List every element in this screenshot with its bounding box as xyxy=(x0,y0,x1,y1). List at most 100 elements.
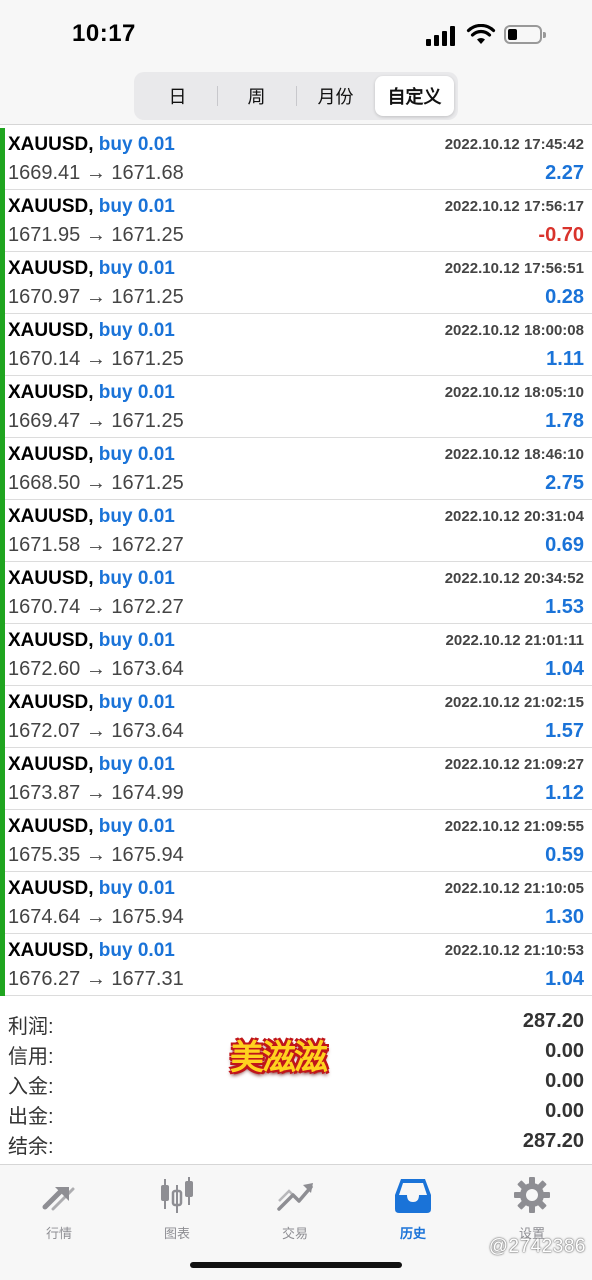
deal-prices: 1672.60 → 1673.64 xyxy=(8,658,184,681)
deal-side-indicator xyxy=(0,934,5,996)
deal-row[interactable]: XAUUSD, buy 0.01 1671.95 → 1671.25 2022.10… xyxy=(0,190,592,252)
deal-side-indicator xyxy=(0,128,5,190)
deal-side-indicator xyxy=(0,810,5,872)
deal-open-price: 1672.07 xyxy=(8,720,81,742)
price-arrow-icon: → xyxy=(85,968,106,990)
deal-side-indicator xyxy=(0,748,5,810)
deal-symbol-line: XAUUSD, buy 0.01 xyxy=(8,754,175,776)
deal-datetime: 2022.10.12 21:02:15 xyxy=(444,694,584,711)
deal-side-volume: buy 0.01 xyxy=(98,382,175,403)
deal-row[interactable]: XAUUSD, buy 0.01 1670.74 → 1672.27 2022.10… xyxy=(0,562,592,624)
deal-symbol: XAUUSD, xyxy=(8,320,94,341)
price-arrow-icon: → xyxy=(85,844,106,866)
segment-option[interactable]: 月份 xyxy=(296,76,375,116)
deal-prices: 1670.74 → 1672.27 xyxy=(8,596,184,619)
watermark-sticker: 美滋滋 xyxy=(230,1039,328,1077)
deal-row[interactable]: XAUUSD, buy 0.01 1671.58 → 1672.27 2022.10… xyxy=(0,500,592,562)
price-arrow-icon: → xyxy=(85,720,106,742)
segment-option[interactable]: 自定义 xyxy=(375,76,454,116)
deal-open-price: 1671.95 xyxy=(8,224,81,246)
deal-prices: 1672.07 → 1673.64 xyxy=(8,720,184,743)
deal-side-volume: buy 0.01 xyxy=(98,568,175,589)
deal-close-price: 1677.31 xyxy=(111,968,184,990)
clock-time: 10:17 xyxy=(72,20,136,47)
deal-datetime: 2022.10.12 17:56:51 xyxy=(444,260,584,277)
summary-label: 结余: xyxy=(8,1136,54,1158)
deal-open-price: 1676.27 xyxy=(8,968,81,990)
deal-datetime: 2022.10.12 20:34:52 xyxy=(444,570,584,587)
tab-label: 行情 xyxy=(45,1226,72,1241)
deal-prices: 1673.87 → 1674.99 xyxy=(8,782,184,805)
tab-label: 交易 xyxy=(281,1226,308,1241)
deal-close-price: 1672.27 xyxy=(111,534,184,556)
deal-row[interactable]: XAUUSD, buy 0.01 1673.87 → 1674.99 2022.10… xyxy=(0,748,592,810)
summary-value: 0.00 xyxy=(545,1070,584,1092)
deal-profit: 0.28 xyxy=(545,286,584,308)
period-segmented-control: 日周月份 自定义 xyxy=(134,72,458,120)
deal-open-price: 1671.58 xyxy=(8,534,81,556)
deal-row[interactable]: XAUUSD, buy 0.01 1669.41 → 1671.68 2022.10… xyxy=(0,128,592,190)
deal-row[interactable]: XAUUSD, buy 0.01 1670.97 → 1671.25 2022.10… xyxy=(0,252,592,314)
deal-open-price: 1670.14 xyxy=(8,348,81,370)
deal-row[interactable]: XAUUSD, buy 0.01 1672.60 → 1673.64 2022.10… xyxy=(0,624,592,686)
tab-history-inbox[interactable]: 历史 xyxy=(363,1175,463,1245)
deal-close-price: 1674.99 xyxy=(111,782,184,804)
deal-open-price: 1668.50 xyxy=(8,472,81,494)
deal-symbol: XAUUSD, xyxy=(8,382,94,403)
deal-prices: 1674.64 → 1675.94 xyxy=(8,906,184,929)
deal-prices: 1671.95 → 1671.25 xyxy=(8,224,184,247)
price-arrow-icon: → xyxy=(85,162,106,184)
deal-profit: 2.27 xyxy=(545,162,584,184)
deal-prices: 1668.50 → 1671.25 xyxy=(8,472,184,495)
deal-symbol-line: XAUUSD, buy 0.01 xyxy=(8,196,175,218)
price-arrow-icon: → xyxy=(85,658,106,680)
deal-profit: 1.11 xyxy=(546,348,584,370)
deal-symbol: XAUUSD, xyxy=(8,878,94,899)
deal-side-indicator xyxy=(0,438,5,500)
deal-row[interactable]: XAUUSD, buy 0.01 1676.27 → 1677.31 2022.10… xyxy=(0,934,592,996)
deal-symbol-line: XAUUSD, buy 0.01 xyxy=(8,258,175,280)
deal-open-price: 1672.60 xyxy=(8,658,81,680)
tab-candlestick-chart[interactable]: 图表 xyxy=(127,1175,227,1245)
deal-row[interactable]: XAUUSD, buy 0.01 1670.14 → 1671.25 2022.10… xyxy=(0,314,592,376)
deal-profit: -0.70 xyxy=(538,224,584,246)
deal-row[interactable]: XAUUSD, buy 0.01 1674.64 → 1675.94 2022.10… xyxy=(0,872,592,934)
tab-trade-trend[interactable]: 交易 xyxy=(245,1175,345,1245)
deal-row[interactable]: XAUUSD, buy 0.01 1669.47 → 1671.25 2022.10… xyxy=(0,376,592,438)
tab-settings-gear[interactable]: 设置 xyxy=(482,1175,582,1245)
deal-symbol: XAUUSD, xyxy=(8,568,94,589)
deal-symbol: XAUUSD, xyxy=(8,506,94,527)
deal-close-price: 1675.94 xyxy=(111,844,184,866)
deal-symbol: XAUUSD, xyxy=(8,940,94,961)
deal-side-volume: buy 0.01 xyxy=(98,940,175,961)
deal-row[interactable]: XAUUSD, buy 0.01 1672.07 → 1673.64 2022.10… xyxy=(0,686,592,748)
deal-side-indicator xyxy=(0,624,5,686)
deal-prices: 1671.58 → 1672.27 xyxy=(8,534,184,557)
segment-option[interactable]: 周 xyxy=(217,76,296,116)
trade-trend-icon xyxy=(275,1175,315,1215)
deal-close-price: 1671.68 xyxy=(111,162,184,184)
deal-prices: 1669.41 → 1671.68 xyxy=(8,162,184,185)
deal-close-price: 1671.25 xyxy=(111,472,184,494)
deal-open-price: 1674.64 xyxy=(8,906,81,928)
deal-symbol-line: XAUUSD, buy 0.01 xyxy=(8,444,175,466)
deal-profit: 1.12 xyxy=(545,782,584,804)
deal-symbol-line: XAUUSD, buy 0.01 xyxy=(8,506,175,528)
segment-option[interactable]: 日 xyxy=(138,76,217,116)
candlestick-chart-icon xyxy=(157,1175,197,1215)
deal-symbol-line: XAUUSD, buy 0.01 xyxy=(8,382,175,404)
tab-quotes-arrows[interactable]: 行情 xyxy=(9,1175,109,1245)
deal-row[interactable]: XAUUSD, buy 0.01 1675.35 → 1675.94 2022.10… xyxy=(0,810,592,872)
deal-side-indicator xyxy=(0,252,5,314)
deal-row[interactable]: XAUUSD, buy 0.01 1668.50 → 1671.25 2022.10… xyxy=(0,438,592,500)
deal-prices: 1669.47 → 1671.25 xyxy=(8,410,184,433)
deal-side-indicator xyxy=(0,376,5,438)
summary-label: 信用: xyxy=(8,1046,54,1068)
price-arrow-icon: → xyxy=(85,224,106,246)
deal-side-indicator xyxy=(0,562,5,624)
deal-datetime: 2022.10.12 21:01:11 xyxy=(445,632,584,649)
deal-side-volume: buy 0.01 xyxy=(98,692,175,713)
period-selector-bar: 日周月份 自定义 xyxy=(0,70,592,125)
deal-side-volume: buy 0.01 xyxy=(98,816,175,837)
status-bar: 10:17 xyxy=(0,0,592,70)
